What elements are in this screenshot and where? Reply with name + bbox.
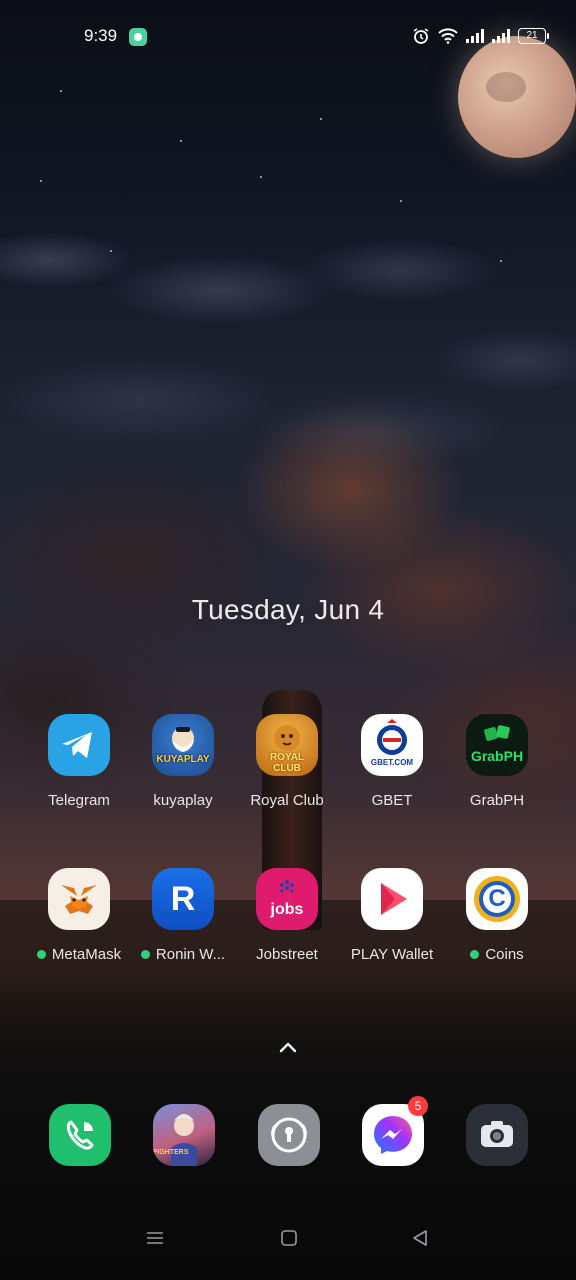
grabph-wordmark: GrabPH xyxy=(470,748,524,764)
star xyxy=(40,180,42,182)
metamask-icon xyxy=(48,868,110,930)
kuyaplay-wordmark: KUYAPLAY xyxy=(156,754,210,765)
app-jobstreet[interactable]: jobs Jobstreet xyxy=(227,868,347,963)
app-label: Ronin W... xyxy=(155,946,226,963)
wifi-icon xyxy=(438,28,458,44)
coins-glyph: C xyxy=(488,885,506,912)
vpn-lock-icon xyxy=(258,1104,320,1166)
recents-menu-icon[interactable] xyxy=(145,1228,165,1253)
app-label: Royal Club xyxy=(250,792,324,809)
dock-camera[interactable] xyxy=(466,1104,528,1166)
star xyxy=(180,140,182,142)
notification-badge: 5 xyxy=(408,1096,428,1116)
app-grabph[interactable]: GrabPH GrabPH xyxy=(437,714,557,809)
signal-icon xyxy=(466,29,484,43)
new-install-dot xyxy=(470,950,480,959)
dock-vpn[interactable] xyxy=(258,1104,320,1166)
notification-chat-icon xyxy=(129,28,147,46)
app-label: GBET xyxy=(371,792,413,809)
new-install-dot xyxy=(140,950,150,959)
phone-icon xyxy=(49,1104,111,1166)
royal-club-icon: ROYAL CLUB xyxy=(256,714,318,776)
app-label: GrabPH xyxy=(469,792,525,809)
alarm-icon xyxy=(412,27,430,45)
app-metamask[interactable]: MetaMask xyxy=(19,868,139,963)
app-kuyaplay[interactable]: KUYAPLAY kuyaplay xyxy=(123,714,243,809)
star xyxy=(110,250,112,252)
app-label: PLAY Wallet xyxy=(350,946,434,963)
chevron-up-icon[interactable] xyxy=(278,1040,298,1059)
status-icons: 21 xyxy=(412,26,549,46)
app-coins[interactable]: C Coins xyxy=(437,868,557,963)
app-gbet[interactable]: GBET.COM GBET xyxy=(332,714,452,809)
coins-icon: C xyxy=(466,868,528,930)
jobstreet-icon: jobs xyxy=(256,868,318,930)
dock-phone[interactable] xyxy=(49,1104,111,1166)
gbet-wordmark: GBET.COM xyxy=(370,758,414,767)
royal-club-wordmark: ROYAL CLUB xyxy=(269,752,305,774)
kuyaplay-icon: KUYAPLAY xyxy=(152,714,214,776)
star xyxy=(60,90,62,92)
star xyxy=(260,176,262,178)
app-royal-club[interactable]: ROYAL CLUB Royal Club xyxy=(227,714,347,809)
wallpaper xyxy=(0,0,576,1280)
home-square-icon[interactable] xyxy=(279,1228,299,1253)
back-triangle-icon[interactable] xyxy=(410,1228,430,1253)
app-label: MetaMask xyxy=(51,946,122,963)
app-label: Telegram xyxy=(48,792,110,809)
app-ronin-wallet[interactable]: R Ronin W... xyxy=(123,868,243,963)
app-label: Coins xyxy=(485,946,524,963)
star xyxy=(400,200,402,202)
telegram-icon xyxy=(48,714,110,776)
signal-icon xyxy=(492,29,510,43)
app-label: kuyaplay xyxy=(153,792,213,809)
status-time: 9:39 xyxy=(84,26,118,45)
status-bar: 9:39 21 xyxy=(0,0,576,72)
star xyxy=(320,118,322,120)
ronin-wallet-icon: R xyxy=(152,868,214,930)
date-widget[interactable]: Tuesday, Jun 4 xyxy=(0,594,576,626)
jobstreet-wordmark: jobs xyxy=(270,901,304,918)
gbet-icon: GBET.COM xyxy=(361,714,423,776)
app-telegram[interactable]: Telegram xyxy=(19,714,139,809)
game-icon: FIGHTERS xyxy=(153,1104,215,1166)
game-wordmark: FIGHTERS xyxy=(153,1149,189,1156)
grabph-icon: GrabPH xyxy=(466,714,528,776)
app-label: Jobstreet xyxy=(256,946,318,963)
app-play-wallet[interactable]: PLAY Wallet xyxy=(332,868,452,963)
battery-icon: 21 xyxy=(518,28,549,44)
ronin-glyph: R xyxy=(170,880,196,918)
star xyxy=(500,260,502,262)
dock-messenger[interactable]: 5 xyxy=(362,1096,428,1166)
new-install-dot xyxy=(36,950,46,959)
play-wallet-icon xyxy=(361,868,423,930)
camera-icon xyxy=(466,1104,528,1166)
dock-game[interactable]: FIGHTERS xyxy=(153,1104,215,1166)
